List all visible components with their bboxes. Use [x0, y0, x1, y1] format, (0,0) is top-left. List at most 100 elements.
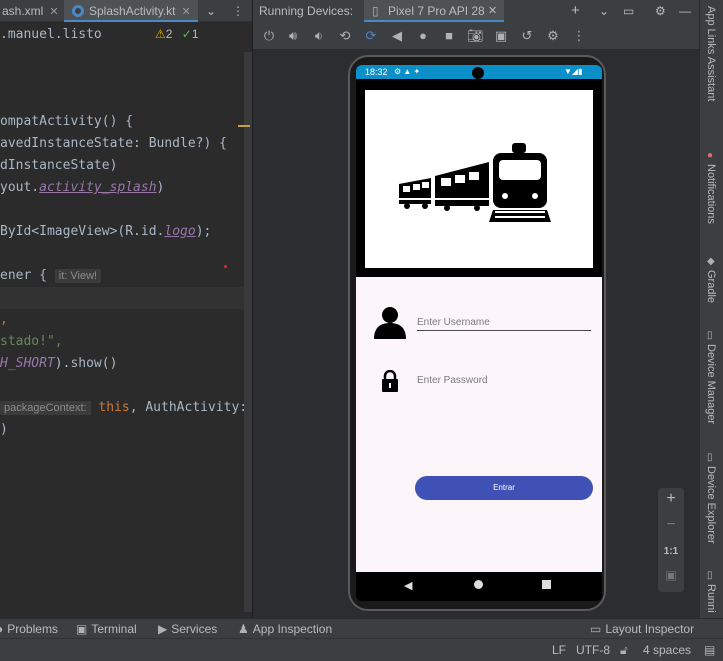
chevron-down-icon[interactable]: ⌄	[599, 0, 609, 22]
inspection-widget[interactable]: ⚠2 ✓1	[155, 27, 199, 41]
tool-device-manager[interactable]: Device Manager	[705, 344, 717, 424]
enter-button[interactable]: Entrar	[415, 476, 593, 500]
window-icon[interactable]: ▭	[623, 0, 634, 22]
signal-battery-icon: ▼◢▮	[564, 67, 583, 76]
tab-label: ash.xml	[2, 4, 44, 18]
minimize-icon[interactable]: —	[679, 0, 691, 22]
device-explorer-icon: ▯	[707, 452, 713, 463]
device-frame: 18:32 ⚙ ▲ ✦ ▼◢▮ Enter Username Enter Pas…	[348, 55, 606, 611]
zoom-in-button[interactable]: +	[658, 490, 684, 508]
fit-screen-icon[interactable]: ▣	[658, 568, 684, 582]
rotate-right-icon[interactable]: ⟳	[363, 28, 379, 44]
code-line: ,	[0, 312, 8, 327]
tool-gradle[interactable]: Gradle	[705, 270, 717, 303]
gear-icon[interactable]: ⚙	[655, 0, 666, 22]
layout-icon[interactable]: ▤	[704, 639, 715, 661]
plus-icon[interactable]: +	[571, 0, 580, 22]
vertical-scrollbar[interactable]	[244, 52, 252, 612]
more-icon[interactable]: ⋮	[232, 0, 246, 22]
back-icon[interactable]: ◀	[404, 579, 412, 592]
back-icon[interactable]: ◀	[389, 28, 405, 44]
notification-bell-icon: ●	[707, 150, 714, 161]
camera-cutout	[472, 67, 484, 79]
password-field[interactable]: Enter Password	[417, 373, 591, 389]
tool-device-explorer[interactable]: Device Explorer	[705, 466, 717, 544]
overview-icon[interactable]	[542, 580, 551, 589]
device-icon: ▯	[372, 4, 379, 18]
overview-icon[interactable]: ■	[441, 28, 457, 44]
android-status-bar: 18:32 ⚙ ▲ ✦ ▼◢▮	[356, 65, 602, 79]
more-icon[interactable]: ⋮	[571, 28, 587, 44]
code-editor[interactable]: .manuel.listo ompatActivity() { avedInst…	[0, 22, 252, 618]
tab-overflow-chevron-icon[interactable]: ⌄	[206, 0, 222, 22]
snapshot-icon[interactable]: ↺	[519, 28, 535, 44]
code-line: yout.activity_splash)	[0, 180, 165, 195]
app-inspection-icon: ♟	[238, 622, 249, 636]
settings-icon[interactable]: ⚙	[545, 28, 561, 44]
code-line: ener { it: View!	[0, 268, 102, 283]
record-icon[interactable]: ▣	[493, 28, 509, 44]
tab-label: SplashActivity.kt	[89, 4, 176, 18]
editor-tab-bar: ash.xml ✕ SplashActivity.kt ✕ ⌄ ⋮	[0, 0, 252, 22]
user-icon	[374, 307, 406, 339]
code-line: ById<ImageView>(R.id.logo);	[0, 224, 212, 239]
terminal-icon: ▣	[76, 622, 88, 636]
lock-icon[interactable]: 🔓︎	[620, 639, 628, 661]
tab-activity-splash-xml[interactable]: ash.xml ✕	[0, 0, 62, 22]
tab-pixel-7-pro[interactable]: ▯ Pixel 7 Pro API 28 ✕	[364, 0, 504, 22]
close-icon[interactable]: ✕	[488, 0, 497, 22]
inlay-hint: packageContext:	[0, 401, 91, 415]
scroll-marker	[238, 125, 250, 127]
close-icon[interactable]: ✕	[181, 6, 190, 18]
home-icon[interactable]	[474, 580, 483, 589]
caret-line-highlight	[0, 287, 252, 309]
code-line: stado!",	[0, 334, 63, 349]
code-line: dInstanceState)	[0, 158, 118, 173]
tab-splash-activity-kt[interactable]: SplashActivity.kt ✕	[64, 0, 198, 22]
tool-terminal[interactable]: ▣ Terminal	[76, 619, 137, 639]
tool-notifications[interactable]: Notifications	[705, 164, 717, 224]
volume-down-icon[interactable]: 🔉︎	[311, 28, 327, 44]
android-studio-window: ash.xml ✕ SplashActivity.kt ✕ ⌄ ⋮ .manuel.…	[0, 0, 723, 661]
tool-layout-inspector[interactable]: ▭ Layout Inspector	[590, 619, 694, 639]
tool-app-inspection[interactable]: ♟ App Inspection	[238, 619, 332, 639]
login-form: Enter Username Enter Password Entrar	[356, 277, 602, 572]
code-line: .manuel.listo	[0, 27, 102, 42]
zoom-actual-size-button[interactable]: 1:1	[658, 546, 684, 557]
device-screen[interactable]: 18:32 ⚙ ▲ ✦ ▼◢▮ Enter Username Enter Pas…	[356, 65, 602, 601]
zoom-out-button[interactable]: −	[658, 516, 684, 534]
error-dot	[224, 265, 227, 268]
running-devices-panel: Running Devices: ▯ Pixel 7 Pro API 28 ✕ …	[253, 0, 699, 618]
tool-app-links-assistant[interactable]: App Links Assistant	[705, 6, 717, 101]
status-time: 18:32	[365, 67, 388, 77]
kotlin-file-icon	[72, 5, 84, 17]
device-manager-icon: ▯	[707, 330, 713, 341]
volume-up-icon[interactable]: 🔊︎	[285, 28, 301, 44]
zoom-controls: + − 1:1 ▣	[658, 488, 684, 592]
rotate-left-icon[interactable]: ⟲	[337, 28, 353, 44]
lock-icon	[382, 370, 398, 392]
code-line: avedInstanceState: Bundle?) {	[0, 136, 227, 151]
home-icon[interactable]: ●	[415, 28, 431, 44]
tool-running-devices[interactable]: Runni	[705, 584, 717, 613]
device-toolbar: ⏻ 🔊︎ 🔉︎ ⟲ ⟳ ◀ ● ■ 📷︎ ▣ ↺ ⚙ ⋮	[253, 22, 699, 50]
bottom-tool-bar: ●Problems ▣Terminal ▶Services ♟App Inspe…	[0, 618, 723, 638]
power-icon[interactable]: ⏻	[261, 28, 277, 44]
tool-problems[interactable]: ●Problems	[0, 619, 58, 639]
username-field[interactable]: Enter Username	[417, 315, 591, 331]
close-icon[interactable]: ✕	[49, 6, 58, 18]
services-icon: ▶	[158, 622, 168, 636]
train-icon	[399, 143, 551, 222]
screenshot-icon[interactable]: 📷︎	[467, 28, 484, 44]
indent-setting[interactable]: 4 spaces	[643, 639, 691, 661]
line-ending[interactable]: LF	[552, 639, 566, 661]
tool-services[interactable]: ▶ Services	[158, 619, 217, 639]
gradle-icon: ◆	[707, 256, 715, 267]
running-devices-icon: ▯	[707, 570, 713, 581]
logo-image	[365, 90, 593, 268]
file-encoding[interactable]: UTF-8	[576, 639, 610, 661]
settings-icon: ⚙ ▲ ✦	[394, 67, 421, 76]
inlay-hint: it: View!	[54, 269, 102, 283]
right-tool-strip: App Links Assistant ● Notifications ◆ Gr…	[699, 0, 723, 618]
panel-title: Running Devices:	[259, 4, 354, 18]
